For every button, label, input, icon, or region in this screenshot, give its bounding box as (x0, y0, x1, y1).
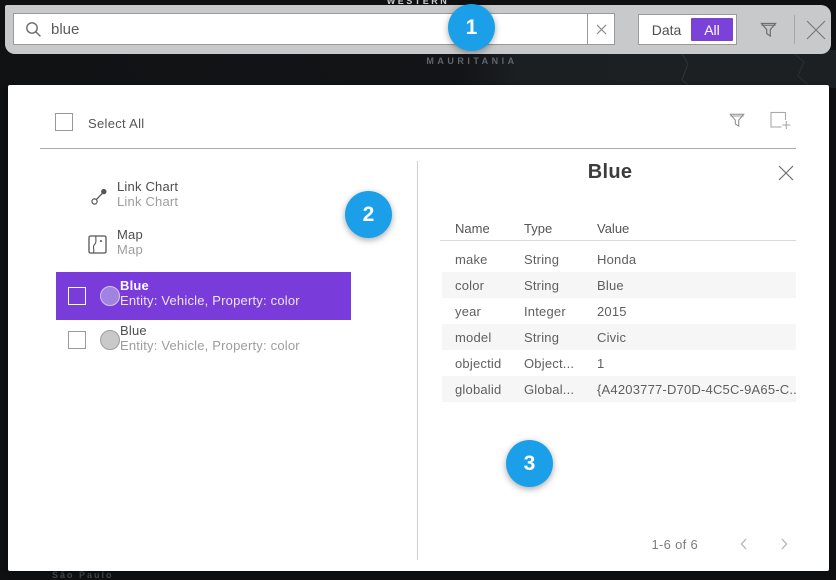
pagination-range-label: 1-6 of 6 (568, 537, 698, 552)
result-title: Map (117, 227, 143, 242)
table-row: objectid Object... 1 (442, 350, 796, 376)
map-boundary-lines (560, 50, 836, 88)
column-header-name: Name (455, 221, 524, 236)
cell-type: String (524, 278, 597, 293)
filter-icon[interactable] (758, 19, 779, 45)
result-title: Link Chart (117, 179, 178, 194)
detail-title: Blue (440, 161, 780, 184)
result-item-blue[interactable]: Blue Entity: Vehicle, Property: color (56, 323, 351, 371)
clear-icon (596, 24, 607, 35)
table-row: globalid Global... {A4203777-D70D-4C5C-9… (442, 376, 796, 402)
cell-value: 2015 (597, 304, 796, 319)
select-all-label: Select All (88, 116, 144, 131)
search-results-panel: Select All Link Chart Link Chart Map Map… (8, 85, 829, 571)
column-header-type: Type (524, 221, 597, 236)
results-filter-icon[interactable] (727, 110, 747, 135)
result-item-map[interactable]: Map Map (88, 225, 368, 265)
cell-name: globalid (455, 382, 524, 397)
result-checkbox[interactable] (68, 331, 86, 349)
close-icon (777, 164, 795, 182)
detail-close-button[interactable] (777, 164, 795, 187)
cell-value: Blue (597, 278, 796, 293)
table-row: color String Blue (442, 272, 796, 298)
cell-value: {A4203777-D70D-4C5C-9A65-C... (597, 382, 796, 397)
result-subtitle: Map (117, 242, 143, 257)
result-item-blue-selected[interactable]: Blue Entity: Vehicle, Property: color (56, 272, 351, 320)
map-icon (88, 235, 107, 259)
add-to-selection-icon[interactable] (769, 110, 792, 136)
result-subtitle: Link Chart (117, 194, 178, 209)
search-bar: Data All (5, 5, 831, 54)
close-icon (804, 18, 828, 42)
scope-option-all[interactable]: All (691, 18, 733, 41)
properties-table: Name Type Value make String Honda color … (442, 216, 796, 402)
result-subtitle: Entity: Vehicle, Property: color (120, 338, 300, 353)
search-input[interactable] (51, 21, 587, 38)
cell-value: Civic (597, 330, 796, 345)
search-box[interactable] (13, 13, 588, 45)
column-header-value: Value (597, 221, 796, 236)
result-title: Blue (120, 323, 300, 338)
cell-value: 1 (597, 356, 796, 371)
cell-name: make (455, 252, 524, 267)
chevron-right-icon[interactable] (777, 537, 791, 556)
link-chart-icon (90, 187, 109, 211)
annotation-badge-1: 1 (448, 4, 495, 51)
cell-type: String (524, 330, 597, 345)
cell-type: Integer (524, 304, 597, 319)
result-subtitle: Entity: Vehicle, Property: color (120, 293, 300, 308)
table-row: make String Honda (442, 246, 796, 272)
annotation-badge-2: 2 (345, 191, 392, 238)
table-row: model String Civic (442, 324, 796, 350)
chevron-left-icon[interactable] (737, 537, 751, 556)
toolbar-divider (794, 15, 795, 44)
result-checkbox[interactable] (68, 287, 86, 305)
select-all-checkbox[interactable] (55, 113, 73, 131)
result-item-link-chart[interactable]: Link Chart Link Chart (90, 177, 370, 217)
cell-name: model (455, 330, 524, 345)
search-icon (25, 21, 42, 38)
annotation-badge-3: 3 (506, 440, 553, 487)
cell-name: objectid (455, 356, 524, 371)
clear-search-button[interactable] (587, 13, 615, 45)
scope-toggle: Data All (638, 14, 737, 45)
map-label-mauritania: MAURITANIA (392, 56, 552, 66)
cell-name: color (455, 278, 524, 293)
cell-value: Honda (597, 252, 796, 267)
cell-name: year (455, 304, 524, 319)
scope-option-data[interactable]: Data (642, 22, 691, 38)
cell-type: Global... (524, 382, 597, 397)
close-search-button[interactable] (804, 18, 828, 47)
panel-divider (417, 161, 418, 560)
cell-type: Object... (524, 356, 597, 371)
header-divider (40, 148, 796, 149)
table-row: year Integer 2015 (442, 298, 796, 324)
cell-type: String (524, 252, 597, 267)
result-title: Blue (120, 278, 300, 293)
entity-icon (100, 286, 120, 306)
table-header-divider (440, 240, 796, 241)
entity-icon (100, 330, 120, 350)
